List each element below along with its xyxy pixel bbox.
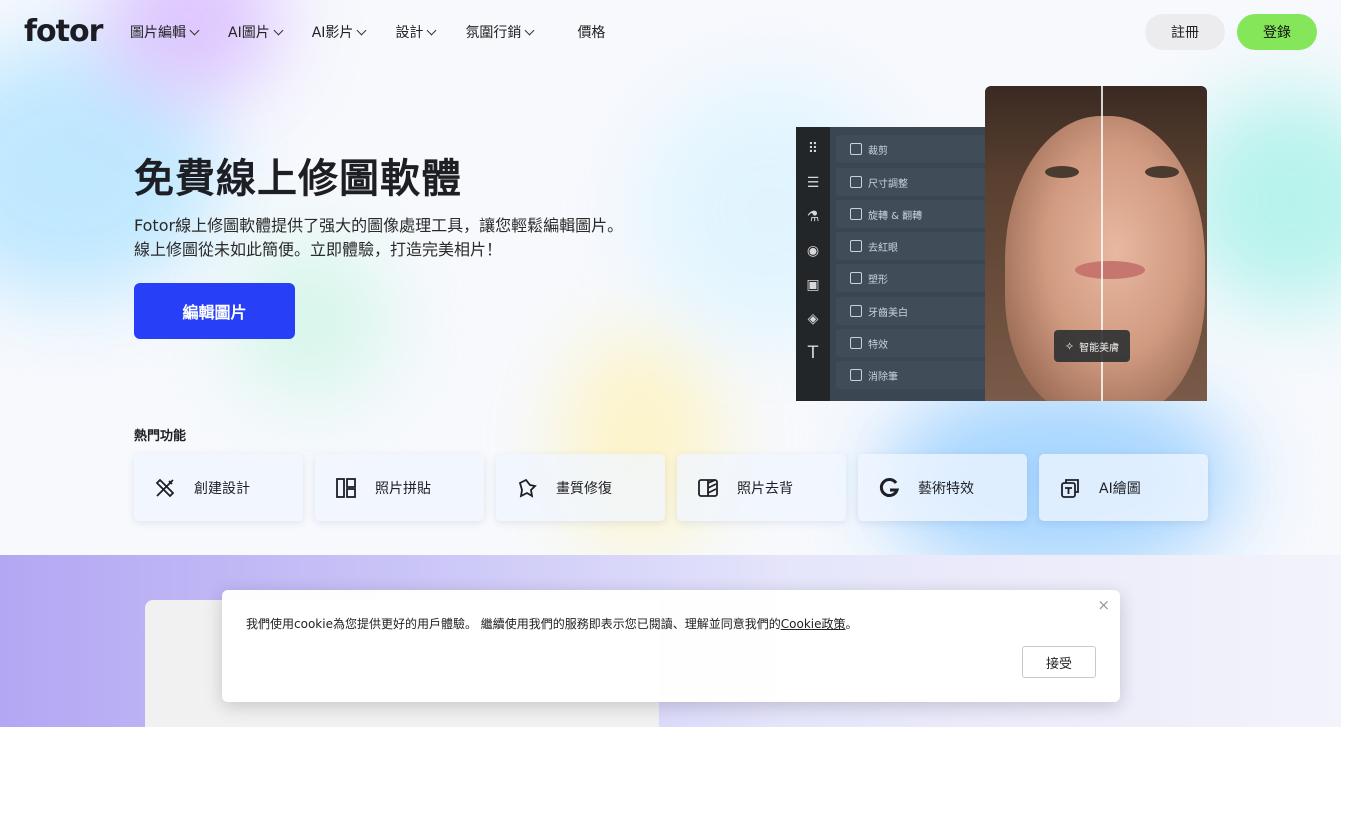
- fotor-logo[interactable]: fotor: [24, 14, 103, 49]
- page: fotor 圖片編輯 AI圖片 AI影片 設計 氛圍行銷 價格 註冊 登錄 免費…: [0, 0, 1365, 820]
- red-eye-icon: [850, 240, 862, 252]
- nav-ai-image[interactable]: AI圖片: [228, 22, 284, 42]
- crop-icon: [850, 143, 862, 155]
- teeth-icon: [850, 305, 862, 317]
- chevron-down-icon: [273, 25, 284, 35]
- collage-icon: [335, 477, 357, 499]
- close-icon[interactable]: ×: [1097, 596, 1110, 614]
- nav-pricing[interactable]: 價格: [577, 22, 605, 42]
- grid-icon: ⠿: [807, 141, 819, 157]
- nav-photo-editing[interactable]: 圖片編輯: [130, 22, 200, 42]
- editor-preview: ⠿ ☰ ⚗ ◉ ▣ ◈ T 裁剪 尺寸調整 旋轉 & 翻轉 去紅眼 塑形 牙齒美…: [796, 127, 996, 401]
- chevron-down-icon: [356, 25, 367, 35]
- nav-ai-video[interactable]: AI影片: [312, 22, 367, 42]
- smart-skin-badge: ✧ 智能美膚: [1054, 330, 1130, 362]
- hero-title: 免費線上修圖軟體: [134, 156, 462, 202]
- editor-menu-item: 消除筆: [836, 361, 986, 389]
- sparkle-enhance-icon: [516, 477, 538, 499]
- resize-icon: [850, 176, 862, 188]
- feature-create-design[interactable]: 創建設計: [134, 454, 303, 521]
- frame-icon: ▣: [806, 277, 820, 293]
- effect-icon: [850, 337, 862, 349]
- popular-features-label: 熱門功能: [134, 429, 187, 444]
- design-tools-icon: [154, 477, 176, 499]
- cookie-text: 我們使用cookie為您提供更好的用戶體驗。 繼續使用我們的服務即表示您已閱讀、…: [246, 617, 858, 631]
- chevron-down-icon: [189, 25, 200, 35]
- eye-icon: ◉: [806, 243, 820, 259]
- cookie-policy-link[interactable]: Cookie政策: [781, 617, 846, 631]
- sparkle-icon: ✧: [1064, 339, 1075, 353]
- feature-cards: 創建設計 照片拼貼 畫質修復 照片去背 藝術特效 AI繪圖: [134, 454, 1208, 521]
- art-effect-icon: [878, 477, 900, 499]
- nav-design[interactable]: 設計: [395, 22, 437, 42]
- editor-menu-item: 裁剪: [836, 135, 986, 163]
- editor-menu-item: 塑形: [836, 264, 986, 292]
- login-button[interactable]: 登錄: [1237, 14, 1317, 50]
- editor-menu-item: 去紅眼: [836, 232, 986, 260]
- edit-photo-button[interactable]: 編輯圖片: [134, 283, 295, 339]
- nav-marketing[interactable]: 氛圍行銷: [465, 22, 535, 42]
- background-remove-icon: [697, 477, 719, 499]
- hero-subtitle: Fotor線上修圖軟體提供了强大的圖像處理工具，讓您輕鬆編輯圖片。 線上修圖從未…: [134, 216, 624, 259]
- feature-ai-art[interactable]: AI繪圖: [1039, 454, 1208, 521]
- rotate-icon: [850, 208, 862, 220]
- register-button[interactable]: 註冊: [1145, 14, 1225, 50]
- editor-toolrail: ⠿ ☰ ⚗ ◉ ▣ ◈ T: [796, 127, 830, 401]
- accept-cookies-button[interactable]: 接受: [1022, 646, 1096, 678]
- text-icon: T: [807, 343, 819, 363]
- chevron-down-icon: [426, 25, 437, 35]
- editor-menu-item: 特效: [836, 329, 986, 357]
- cookie-banner: 我們使用cookie為您提供更好的用戶體驗。 繼續使用我們的服務即表示您已閱讀、…: [222, 590, 1120, 702]
- main-nav: 圖片編輯 AI圖片 AI影片 設計 氛圍行銷 價格: [130, 22, 635, 42]
- feature-enhance[interactable]: 畫質修復: [496, 454, 665, 521]
- feature-remove-bg[interactable]: 照片去背: [677, 454, 846, 521]
- reshape-icon: [850, 272, 862, 284]
- eraser-icon: [850, 369, 862, 381]
- shapes-icon: ◈: [807, 311, 819, 327]
- editor-menu-item: 尺寸調整: [836, 168, 986, 196]
- sliders-icon: ☰: [806, 175, 820, 191]
- ai-art-icon: [1059, 477, 1081, 499]
- feature-collage[interactable]: 照片拼貼: [315, 454, 484, 521]
- editor-menu-item: 旋轉 & 翻轉: [836, 200, 986, 228]
- feature-art-effect[interactable]: 藝術特效: [858, 454, 1027, 521]
- editor-menu-item: 牙齒美白: [836, 297, 986, 325]
- chevron-down-icon: [524, 25, 535, 35]
- flask-icon: ⚗: [806, 209, 820, 225]
